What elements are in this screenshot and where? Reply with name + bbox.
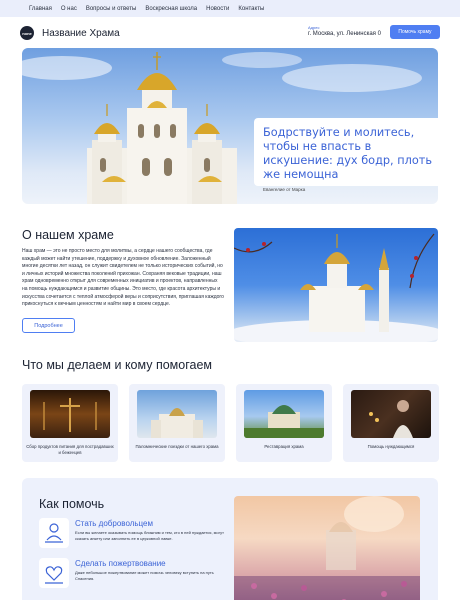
card-photo — [244, 390, 324, 438]
card-photo — [30, 390, 110, 438]
address-block: Адрес г. Москва, ул. Ленинская 0 — [308, 25, 381, 37]
logo[interactable]: none — [20, 26, 34, 40]
card-caption: Паломнические поездки от нашего храма — [135, 444, 219, 449]
service-card-food[interactable]: Сбор продуктов питания для пострадавших … — [22, 384, 118, 462]
nav-contacts[interactable]: Контакты — [238, 6, 264, 12]
about-text: Наш храм — это не просто место для молит… — [22, 248, 224, 308]
nav-home[interactable]: Главная — [29, 6, 52, 12]
hero-quote: Бодрствуйте и молитесь, чтобы не впасть … — [263, 126, 432, 181]
nav-faq[interactable]: Вопросы и ответы — [86, 6, 137, 12]
address-text: г. Москва, ул. Ленинская 0 — [308, 31, 381, 37]
card-caption: Помощь нуждающимся — [367, 444, 415, 449]
site-name[interactable]: Название Храма — [42, 28, 120, 39]
card-photo — [351, 390, 431, 438]
donation-text: Даже небольшое пожертвование может помоч… — [75, 570, 214, 581]
logo-text: none — [22, 30, 32, 36]
about-photo — [234, 228, 438, 342]
service-card-restoration[interactable]: Реставрация храма — [236, 384, 332, 462]
nav-sunday-school[interactable]: Воскресная школа — [145, 6, 197, 12]
donation-icon — [39, 558, 69, 588]
top-nav: Главная О нас Вопросы и ответы Воскресна… — [0, 0, 460, 17]
card-photo — [137, 390, 217, 438]
volunteer-title[interactable]: Стать добровольцем — [75, 519, 153, 528]
about-title: О нашем храме — [22, 228, 114, 242]
donation-title[interactable]: Сделать пожертвование — [75, 559, 166, 568]
how-to-help-section: Как помочь Стать добровольцем Если вы же… — [22, 478, 438, 600]
service-card-pilgrimage[interactable]: Паломнические поездки от нашего храма — [129, 384, 225, 462]
more-button[interactable]: Подробнее — [22, 318, 75, 333]
service-card-needy[interactable]: Помощь нуждающимся — [343, 384, 439, 462]
hero-banner: Бодрствуйте и молитесь, чтобы не впасть … — [22, 48, 438, 204]
help-temple-button[interactable]: Помочь храму — [390, 25, 440, 39]
card-caption: Сбор продуктов питания для пострадавших … — [26, 444, 114, 455]
card-caption: Реставрация храма — [264, 444, 304, 449]
quote-source: Евангелие от Марка — [263, 187, 306, 192]
nav-news[interactable]: Новости — [206, 6, 229, 12]
help-photo — [234, 496, 420, 600]
services-title: Что мы делаем и кому помогаем — [22, 358, 213, 372]
address-label: Адрес — [308, 25, 320, 30]
volunteer-icon — [39, 518, 69, 548]
help-title: Как помочь — [39, 497, 105, 511]
quote-card: Бодрствуйте и молитесь, чтобы не впасть … — [254, 118, 438, 192]
volunteer-text: Если вы желаете оказывать помощь ближним… — [75, 530, 224, 541]
site-header: none Название Храма Адрес г. Москва, ул.… — [20, 22, 440, 44]
nav-about[interactable]: О нас — [61, 6, 77, 12]
